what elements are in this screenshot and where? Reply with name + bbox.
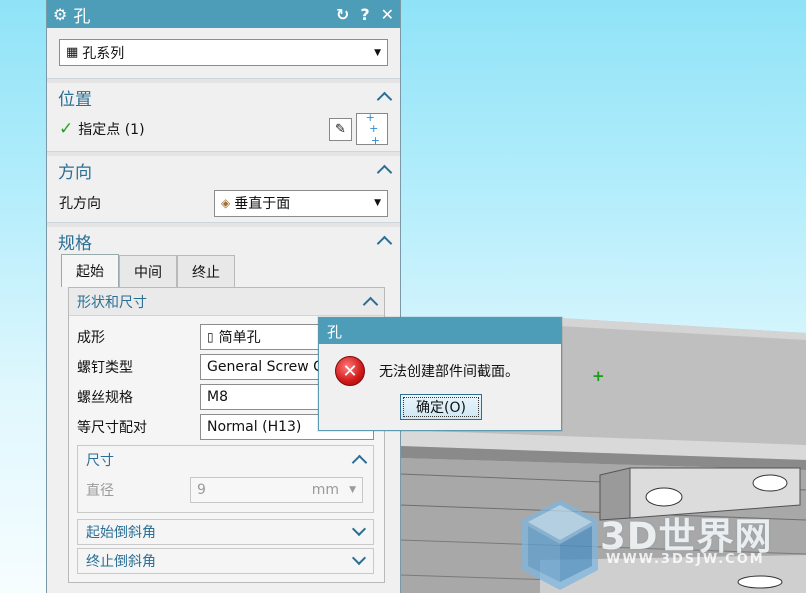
dimension-heading-bar[interactable]: 尺寸 bbox=[78, 446, 373, 474]
shape-size-heading-bar[interactable]: 形状和尺寸 bbox=[69, 288, 384, 316]
watermark-url: WWW.3DSJW.COM bbox=[606, 552, 765, 567]
diameter-value: 9 bbox=[197, 482, 206, 498]
hole-direction-row: 孔方向 ◈ 垂直于面 ▼ bbox=[47, 184, 400, 222]
dimension-group: 尺寸 直径 9 mm ▼ bbox=[77, 445, 374, 513]
chevron-down-icon: ▼ bbox=[349, 485, 356, 495]
collapse-icon[interactable] bbox=[353, 454, 365, 466]
fit-label: 等尺寸配对 bbox=[77, 420, 147, 436]
start-chamfer-group[interactable]: 起始倒斜角 bbox=[77, 519, 374, 545]
collapse-icon[interactable] bbox=[364, 296, 376, 308]
tab-end[interactable]: 终止 bbox=[177, 255, 235, 287]
diameter-label: 直径 bbox=[86, 483, 114, 499]
dimension-heading: 尺寸 bbox=[86, 453, 114, 469]
ok-button[interactable]: 确定(O) bbox=[400, 394, 482, 420]
form-label: 成形 bbox=[77, 330, 105, 346]
error-message: 无法创建部件间截面。 bbox=[379, 364, 519, 380]
help-icon[interactable]: ? bbox=[360, 5, 369, 24]
collapse-icon[interactable] bbox=[378, 164, 390, 176]
error-icon: ✕ bbox=[335, 356, 365, 386]
diameter-input[interactable]: 9 mm ▼ bbox=[190, 477, 363, 503]
tab-start[interactable]: 起始 bbox=[61, 254, 119, 287]
hole-direction-label: 孔方向 bbox=[59, 196, 101, 212]
thread-size-label: 螺丝规格 bbox=[77, 390, 133, 406]
hole-dialog: ⚙ 孔 ↻ ? ✕ ▦ 孔系列 ▼ 位置 ✓ 指定点 (1) ✎ + + + 方… bbox=[46, 0, 401, 593]
hole-series-icon: ▦ bbox=[66, 45, 79, 60]
dialog-titlebar[interactable]: ⚙ 孔 ↻ ? ✕ bbox=[47, 0, 400, 28]
chevron-down-icon: ▼ bbox=[374, 47, 381, 58]
hole-direction-select[interactable]: ◈ 垂直于面 ▼ bbox=[214, 189, 388, 217]
face-normal-icon: ◈ bbox=[221, 196, 231, 210]
specification-heading: 规格 bbox=[58, 233, 92, 254]
spec-tabs: 起始 中间 终止 bbox=[47, 254, 400, 287]
direction-heading: 方向 bbox=[58, 162, 92, 183]
hole-type-select[interactable]: ▦ 孔系列 ▼ bbox=[59, 39, 388, 66]
error-dialog-title[interactable]: 孔 bbox=[319, 318, 561, 344]
point-marker-icon: + bbox=[592, 367, 605, 385]
error-dialog: 孔 ✕ 无法创建部件间截面。 确定(O) bbox=[318, 317, 562, 431]
diameter-row: 直径 9 mm ▼ bbox=[78, 474, 373, 512]
collapse-icon[interactable] bbox=[378, 235, 390, 247]
tab-middle[interactable]: 中间 bbox=[119, 255, 177, 287]
start-chamfer-heading: 起始倒斜角 bbox=[86, 525, 156, 541]
collapse-icon[interactable] bbox=[378, 91, 390, 103]
dialog-title: 孔 bbox=[73, 6, 91, 27]
chevron-down-icon: ▼ bbox=[374, 198, 381, 208]
thread-size-value: M8 bbox=[207, 389, 228, 405]
position-section: 位置 ✓ 指定点 (1) ✎ + + + bbox=[47, 79, 400, 152]
fit-value: Normal (H13) bbox=[207, 419, 302, 435]
expand-icon[interactable] bbox=[353, 555, 365, 567]
specify-point-label: 指定点 (1) bbox=[78, 122, 145, 138]
close-icon[interactable]: ✕ bbox=[381, 5, 394, 24]
gear-icon[interactable]: ⚙ bbox=[53, 5, 67, 24]
diameter-unit: mm bbox=[311, 482, 340, 498]
hole-direction-value: 垂直于面 bbox=[234, 196, 291, 212]
screw-type-value: General Screw C bbox=[207, 359, 323, 375]
position-heading: 位置 bbox=[58, 89, 92, 110]
check-icon: ✓ bbox=[59, 119, 74, 139]
end-chamfer-heading: 终止倒斜角 bbox=[86, 554, 156, 570]
type-section: ▦ 孔系列 ▼ bbox=[47, 28, 400, 79]
form-value: 简单孔 bbox=[218, 330, 261, 346]
screw-type-label: 螺钉类型 bbox=[77, 360, 133, 376]
specification-heading-bar[interactable]: 规格 bbox=[47, 223, 400, 255]
expand-icon[interactable] bbox=[353, 526, 365, 538]
direction-heading-bar[interactable]: 方向 bbox=[47, 152, 400, 184]
end-chamfer-group[interactable]: 终止倒斜角 bbox=[77, 548, 374, 574]
sketch-section-icon[interactable]: ✎ bbox=[329, 117, 352, 141]
point-dialog-icon[interactable]: + + + bbox=[356, 111, 388, 146]
shape-size-heading: 形状和尺寸 bbox=[77, 294, 147, 311]
specify-point-row: ✓ 指定点 (1) ✎ + + + bbox=[47, 111, 400, 151]
direction-section: 方向 孔方向 ◈ 垂直于面 ▼ bbox=[47, 152, 400, 223]
position-heading-bar[interactable]: 位置 bbox=[47, 79, 400, 111]
hole-type-value: 孔系列 bbox=[82, 45, 125, 62]
reset-icon[interactable]: ↻ bbox=[336, 5, 349, 24]
simple-hole-icon: ▯ bbox=[207, 330, 214, 344]
